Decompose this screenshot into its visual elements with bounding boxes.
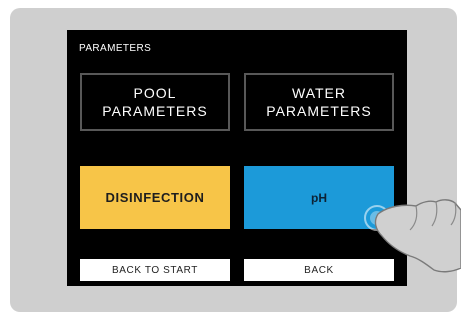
water-parameters-button[interactable]: WATER PARAMETERS [244,73,394,131]
water-parameters-label: WATER PARAMETERS [266,85,372,119]
back-to-start-button[interactable]: BACK TO START [80,259,230,281]
ph-label: pH [311,190,327,205]
touch-screen: PARAMETERS POOL PARAMETERS WATER PARAMET… [67,30,407,286]
pool-parameters-label: POOL PARAMETERS [102,85,208,119]
pool-parameters-button[interactable]: POOL PARAMETERS [80,73,230,131]
hand-shape-icon [374,199,461,273]
disinfection-label: DISINFECTION [105,190,205,205]
page-title: PARAMETERS [79,43,152,54]
pointing-hand-icon [364,199,461,273]
disinfection-button[interactable]: DISINFECTION [80,166,230,229]
